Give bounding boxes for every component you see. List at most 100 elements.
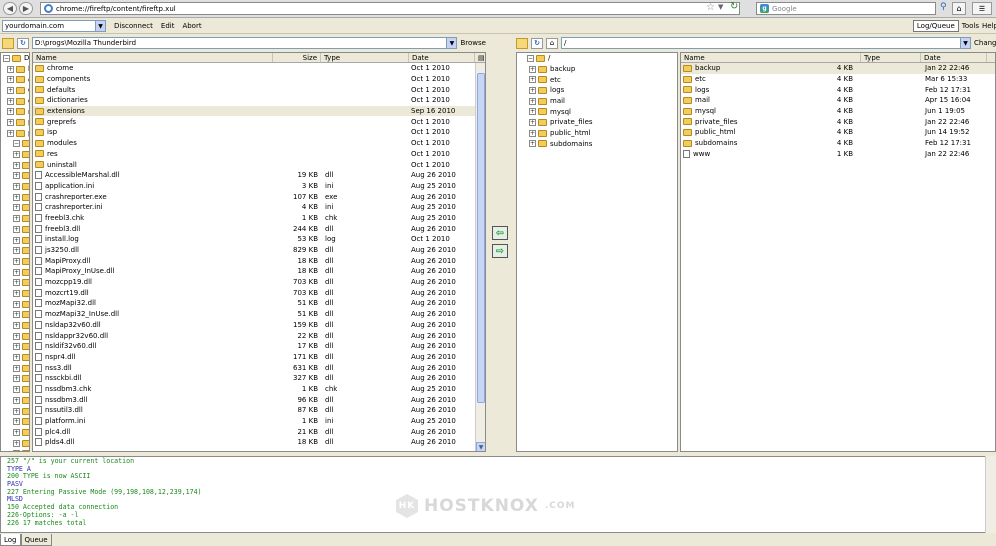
table-row[interactable]: dictionaries Oct 1 2010 [33, 95, 485, 106]
expand-icon[interactable]: + [7, 108, 14, 116]
expand-icon[interactable]: + [7, 76, 14, 84]
menu-icon[interactable]: ☰ [972, 2, 992, 15]
expand-icon[interactable]: + [13, 279, 20, 287]
upload-arrow-icon[interactable]: ⇦ [492, 226, 508, 240]
expand-icon[interactable]: + [13, 225, 20, 233]
table-row[interactable]: MapiProxy.dll 18 KB dll Aug 26 2010 [33, 255, 485, 266]
column-name[interactable]: Name [33, 53, 273, 62]
table-row[interactable]: mozMapi32.dll 51 KB dll Aug 26 2010 [33, 298, 485, 309]
expand-icon[interactable]: + [13, 300, 20, 308]
search-box[interactable]: g Google [756, 2, 936, 15]
tree-item[interactable]: + [3, 181, 29, 192]
table-row[interactable]: public_html 4 KB Jun 14 19:52 [681, 127, 995, 138]
home-icon[interactable]: ⌂ [952, 2, 966, 15]
expand-icon[interactable]: + [529, 97, 536, 105]
chevron-down-icon[interactable]: ▼ [960, 38, 970, 48]
expand-icon[interactable]: + [7, 118, 14, 126]
tree-item[interactable]: + [3, 363, 29, 374]
expand-icon[interactable]: + [13, 343, 20, 351]
expand-icon[interactable]: + [13, 161, 20, 169]
table-row[interactable]: isp Oct 1 2010 [33, 127, 485, 138]
tree-item[interactable]: + [3, 427, 29, 438]
table-row[interactable]: js3250.dll 829 KB dll Aug 26 2010 [33, 245, 485, 256]
abort-button[interactable]: Abort [182, 22, 201, 30]
tools-menu[interactable]: Tools [962, 22, 979, 30]
expand-icon[interactable]: + [7, 129, 14, 137]
tree-item[interactable]: + [3, 149, 29, 160]
local-folder-tree[interactable]: −D:\+bi+c+gi+gi+m+pl+pr−++++++++++++++++… [0, 52, 30, 452]
expand-icon[interactable]: + [13, 375, 20, 383]
tree-item[interactable]: + [3, 416, 29, 427]
tree-item[interactable]: + [3, 245, 29, 256]
tree-item[interactable]: + [3, 299, 29, 310]
table-row[interactable]: nss3.dll 631 KB dll Aug 26 2010 [33, 362, 485, 373]
expand-icon[interactable]: + [13, 386, 20, 394]
expand-icon[interactable]: + [13, 204, 20, 212]
expand-icon[interactable]: + [13, 332, 20, 340]
expand-icon[interactable]: + [13, 183, 20, 191]
tree-root[interactable]: − / [527, 53, 677, 64]
table-row[interactable]: chrome Oct 1 2010 [33, 63, 485, 74]
table-row[interactable]: install.log 53 KB log Oct 1 2010 [33, 234, 485, 245]
table-row[interactable]: private_files 4 KB Jan 22 22:46 [681, 116, 995, 127]
expand-icon[interactable]: + [13, 396, 20, 404]
tree-item[interactable]: + mail [527, 96, 677, 107]
tab-log[interactable]: Log [0, 534, 21, 546]
local-path-input[interactable]: D:\progs\Mozilla Thunderbird ▼ [31, 37, 458, 49]
tree-item[interactable]: + backup [527, 64, 677, 75]
table-row[interactable]: platform.ini 1 KB ini Aug 25 2010 [33, 416, 485, 427]
table-row[interactable]: nssutil3.dll 87 KB dll Aug 26 2010 [33, 405, 485, 416]
table-row[interactable]: defaults Oct 1 2010 [33, 84, 485, 95]
table-row[interactable]: application.ini 3 KB ini Aug 25 2010 [33, 181, 485, 192]
expand-icon[interactable]: + [529, 86, 536, 94]
tree-item[interactable]: + [3, 374, 29, 385]
tree-root[interactable]: − D:\ [3, 53, 29, 64]
dropdown-arrow-icon[interactable]: ▼ [718, 3, 723, 11]
tree-item[interactable]: + [3, 288, 29, 299]
table-row[interactable]: mysql 4 KB Jun 1 19:05 [681, 106, 995, 117]
expand-icon[interactable]: + [529, 140, 536, 148]
help-menu[interactable]: Help [982, 22, 996, 30]
remote-file-list[interactable]: Name Type Date backup 4 KB Jan 22 22:46 etc… [680, 52, 996, 452]
chevron-down-icon[interactable]: ▼ [446, 38, 457, 48]
tree-item[interactable]: + etc [527, 74, 677, 85]
tab-queue[interactable]: Queue [20, 534, 52, 546]
tree-item[interactable]: + [3, 235, 29, 246]
expand-icon[interactable]: + [13, 172, 20, 180]
table-row[interactable]: freebl3.chk 1 KB chk Aug 25 2010 [33, 213, 485, 224]
table-row[interactable]: nsldappr32v60.dll 22 KB dll Aug 26 2010 [33, 330, 485, 341]
expand-icon[interactable]: + [13, 247, 20, 255]
tree-item[interactable]: + [3, 192, 29, 203]
tree-item[interactable]: + [3, 395, 29, 406]
expand-icon[interactable]: + [13, 450, 20, 451]
tree-item[interactable]: + [3, 213, 29, 224]
expand-icon[interactable]: + [13, 354, 20, 362]
expand-icon[interactable]: − [13, 140, 20, 148]
tree-item[interactable]: + pl [3, 117, 29, 128]
tree-item[interactable]: + pr [3, 128, 29, 139]
back-button[interactable]: ◀ [3, 2, 17, 15]
tree-item[interactable]: + [3, 342, 29, 353]
table-row[interactable]: mozMapi32_InUse.dll 51 KB dll Aug 26 2010 [33, 309, 485, 320]
table-row[interactable]: backup 4 KB Jan 22 22:46 [681, 63, 995, 74]
table-row[interactable]: nsldif32v60.dll 17 KB dll Aug 26 2010 [33, 341, 485, 352]
tree-item[interactable]: + gi [3, 96, 29, 107]
expand-icon[interactable]: + [13, 407, 20, 415]
column-name[interactable]: Name [681, 53, 861, 62]
tree-item[interactable]: + logs [527, 85, 677, 96]
scroll-down-arrow[interactable]: ▼ [476, 442, 485, 451]
collapse-icon[interactable]: − [527, 54, 534, 62]
tree-item[interactable]: + public_html [527, 128, 677, 139]
expand-icon[interactable]: + [7, 97, 14, 105]
table-row[interactable]: nssckbi.dll 327 KB dll Aug 26 2010 [33, 373, 485, 384]
browse-button[interactable]: Browse [460, 39, 486, 47]
remote-path-input[interactable]: / ▼ [561, 37, 971, 49]
search-icon[interactable]: ⚲ [940, 2, 947, 12]
chevron-down-icon[interactable]: ▼ [95, 21, 105, 31]
tree-item[interactable]: + [3, 277, 29, 288]
table-row[interactable]: crashreporter.ini 4 KB ini Aug 25 2010 [33, 202, 485, 213]
table-row[interactable]: nssdbm3.chk 1 KB chk Aug 25 2010 [33, 384, 485, 395]
table-row[interactable]: uninstall Oct 1 2010 [33, 159, 485, 170]
expand-icon[interactable]: + [7, 86, 14, 94]
column-date[interactable]: Date [409, 53, 475, 62]
